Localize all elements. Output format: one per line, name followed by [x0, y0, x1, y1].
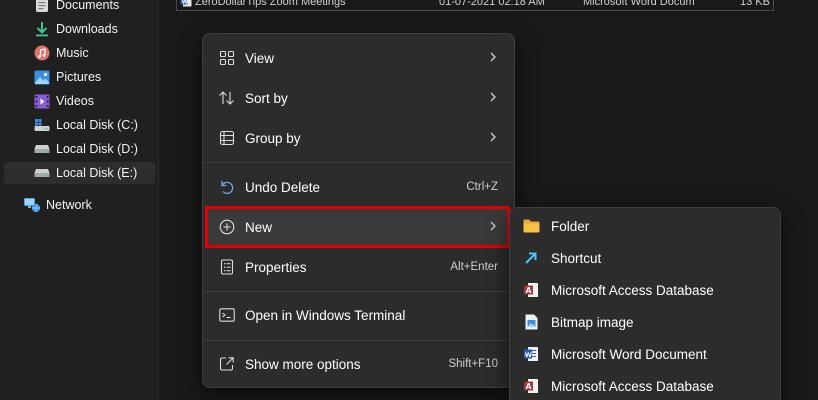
menu-label: Properties — [245, 259, 307, 275]
menu-item-view[interactable]: View — [207, 40, 510, 76]
group-by-icon — [217, 128, 237, 148]
sidebar-item-network[interactable]: Network — [4, 194, 155, 216]
submenu-label: Bitmap image — [551, 314, 634, 330]
submenu-label: Microsoft Access Database — [551, 282, 714, 298]
svg-text:W: W — [525, 351, 532, 359]
menu-label: Open in Windows Terminal — [245, 307, 406, 323]
sidebar-item-documents[interactable]: Documents — [4, 0, 155, 16]
menu-separator — [203, 340, 514, 341]
folder-icon — [522, 217, 540, 235]
submenu-label: Shortcut — [551, 250, 602, 266]
access-icon: A — [522, 377, 540, 395]
file-type: Microsoft Word Docum — [583, 0, 695, 8]
sidebar-item-local-disk-e[interactable]: Local Disk (E:) — [4, 162, 155, 184]
network-icon — [23, 196, 41, 214]
pictures-icon — [33, 68, 51, 86]
submenu-item-shortcut[interactable]: Shortcut — [514, 243, 776, 273]
menu-label: View — [245, 50, 275, 66]
undo-icon — [217, 177, 237, 197]
word-icon: W — [522, 345, 540, 363]
sidebar-item-music[interactable]: Music — [4, 42, 155, 64]
menu-item-group-by[interactable]: Group by — [207, 120, 510, 156]
drive-c-icon — [33, 116, 51, 134]
menu-item-properties[interactable]: Properties Alt+Enter — [207, 249, 510, 285]
navigation-pane: Documents Downloads Music Pictures Video… — [0, 0, 159, 400]
shortcut-label: Ctrl+Z — [466, 181, 498, 193]
sidebar-item-downloads[interactable]: Downloads — [4, 18, 155, 40]
submenu-item-word-document[interactable]: W Microsoft Word Document — [514, 339, 776, 369]
submenu-label: Microsoft Word Document — [551, 346, 707, 362]
submenu-item-bitmap-image[interactable]: Bitmap image — [514, 307, 776, 337]
word-file-icon: W — [180, 0, 192, 10]
svg-text:A: A — [526, 286, 532, 295]
menu-label: Undo Delete — [245, 179, 321, 195]
videos-icon — [33, 92, 51, 110]
file-size: 13 KB — [740, 0, 770, 8]
view-grid-icon — [217, 48, 237, 68]
menu-item-undo-delete[interactable]: Undo Delete Ctrl+Z — [207, 169, 510, 205]
access-icon: A — [522, 281, 540, 299]
shortcut-label: Alt+Enter — [450, 261, 498, 273]
menu-label: Show more options — [245, 356, 361, 372]
terminal-icon — [217, 305, 237, 325]
sidebar-item-label: Local Disk (D:) — [56, 142, 138, 156]
sidebar-item-label: Music — [56, 46, 89, 60]
drive-icon — [33, 140, 51, 158]
chevron-right-icon — [490, 52, 496, 62]
svg-text:A: A — [526, 382, 532, 391]
menu-label: Group by — [245, 130, 301, 146]
bitmap-icon — [522, 313, 540, 331]
file-name: ZeroDollarTips Zoom Meetings — [195, 0, 346, 8]
menu-separator — [203, 162, 514, 163]
sidebar-item-local-disk-c[interactable]: Local Disk (C:) — [4, 114, 155, 136]
sort-icon — [217, 88, 237, 108]
chevron-right-icon — [490, 92, 496, 102]
documents-icon — [33, 0, 51, 14]
shortcut-label: Shift+F10 — [448, 358, 498, 370]
submenu-label: Folder — [551, 218, 590, 234]
file-row[interactable]: W ZeroDollarTips Zoom Meetings 01-07-202… — [176, 0, 774, 11]
svg-text:W: W — [182, 0, 189, 5]
sidebar-item-label: Downloads — [56, 22, 118, 36]
sidebar-item-pictures[interactable]: Pictures — [4, 66, 155, 88]
sidebar-item-label: Videos — [56, 94, 94, 108]
sidebar-item-local-disk-d[interactable]: Local Disk (D:) — [4, 138, 155, 160]
submenu-label: Microsoft Access Database — [551, 378, 714, 394]
sidebar-item-label: Local Disk (E:) — [56, 166, 138, 180]
submenu-item-access-database-2[interactable]: A Microsoft Access Database — [514, 371, 776, 400]
open-external-icon — [217, 354, 237, 374]
sidebar-item-label: Documents — [56, 0, 120, 12]
sidebar-item-label: Network — [46, 198, 92, 212]
chevron-right-icon — [490, 132, 496, 142]
sidebar-item-videos[interactable]: Videos — [4, 90, 155, 112]
menu-separator — [203, 291, 514, 292]
menu-item-show-more-options[interactable]: Show more options Shift+F10 — [207, 346, 510, 382]
shortcut-icon — [522, 249, 540, 267]
highlight-annotation — [205, 206, 510, 248]
downloads-icon — [33, 20, 51, 38]
submenu-item-folder[interactable]: Folder — [514, 211, 776, 241]
sidebar-item-label: Pictures — [56, 70, 102, 84]
file-date: 01-07-2021 02:18 AM — [439, 0, 545, 8]
menu-label: Sort by — [245, 90, 288, 106]
menu-item-sort-by[interactable]: Sort by — [207, 80, 510, 116]
new-submenu: Folder Shortcut A Microsoft Access Datab… — [509, 207, 781, 400]
menu-item-open-terminal[interactable]: Open in Windows Terminal — [207, 297, 510, 333]
sidebar-item-label: Local Disk (C:) — [56, 118, 138, 132]
music-icon — [33, 44, 51, 62]
properties-icon — [217, 257, 237, 277]
drive-icon — [33, 164, 51, 182]
submenu-item-access-database[interactable]: A Microsoft Access Database — [514, 275, 776, 305]
